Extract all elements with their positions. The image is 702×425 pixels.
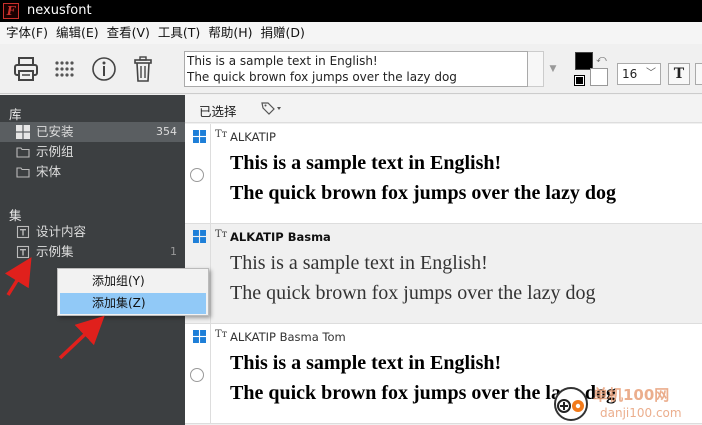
font-preview-line2: The quick brown fox jumps over the lazy …: [230, 282, 596, 304]
sidebar-item-installed[interactable]: 已安装 354: [0, 122, 185, 142]
sidebar-item-label: 示例集: [36, 244, 74, 259]
windows-icon: [193, 230, 206, 243]
font-name: ALKATIP Basma: [230, 230, 331, 244]
font-row-alkatip[interactable]: Tт ALKATIP This is a sample text in Engl…: [185, 124, 702, 224]
windows-icon: [193, 130, 206, 143]
font-row-alkatip-basma[interactable]: Tт ALKATIP Basma This is a sample text i…: [185, 224, 702, 324]
font-select-radio[interactable]: [190, 368, 204, 382]
info-icon[interactable]: [89, 54, 119, 84]
app-icon: F: [3, 3, 19, 19]
chevron-down-icon: ﹀: [646, 68, 656, 79]
text-style-button[interactable]: T: [668, 63, 690, 85]
background-color-swatch[interactable]: [590, 68, 608, 86]
toolbar-overflow-button[interactable]: [695, 63, 702, 85]
menu-bar: 字体(F) 编辑(E) 查看(V) 工具(T) 帮助(H) 捐赠(D): [0, 22, 702, 44]
menu-view[interactable]: 查看(V): [105, 22, 156, 44]
sample-text-line1: This is a sample text in English!: [187, 54, 378, 68]
truetype-icon: Tт: [215, 129, 228, 140]
menu-tools[interactable]: 工具(T): [156, 22, 206, 44]
sidebar-item-sample-set[interactable]: 示例集 1: [0, 242, 185, 262]
truetype-icon: Tт: [215, 229, 228, 240]
menu-item-add-group[interactable]: 添加组(Y): [60, 271, 206, 292]
sample-text-scrollbar[interactable]: [528, 51, 544, 87]
grid-icon[interactable]: [50, 54, 80, 84]
sample-text-input[interactable]: This is a sample text in English! The qu…: [184, 51, 528, 87]
windows-icon: [16, 125, 30, 139]
menu-item-add-collection[interactable]: 添加集(Z): [60, 293, 206, 314]
sidebar: 库 已安装 354 示例组 宋体 集 设计内容 示例集 1: [0, 95, 185, 425]
sidebar-item-count: 1: [170, 245, 177, 258]
watermark-text: 单机100网: [593, 386, 670, 404]
menu-help[interactable]: 帮助(H): [206, 22, 258, 44]
sidebar-item-design-content[interactable]: 设计内容: [0, 222, 185, 242]
watermark-url: danji100.com: [600, 406, 682, 420]
font-size-select[interactable]: 16 ﹀: [617, 63, 661, 85]
menu-font[interactable]: 字体(F): [4, 22, 54, 44]
folder-icon: [16, 147, 30, 158]
title-bar: F nexusfont: [0, 0, 702, 22]
sidebar-item-label: 设计内容: [36, 224, 87, 239]
folder-icon: [16, 167, 30, 178]
menu-donate[interactable]: 捐赠(D): [258, 22, 310, 44]
sidebar-item-sample-group[interactable]: 示例组: [0, 142, 185, 162]
sample-history-chevron-icon[interactable]: ▼: [546, 51, 560, 87]
list-toolbar: 已选择: [185, 95, 702, 123]
font-preview-line2: The quick brown fox jumps over the lazy …: [230, 182, 616, 204]
swap-colors-icon[interactable]: ⤺: [596, 54, 607, 65]
watermark: 单机100网 danji100.com: [553, 384, 702, 425]
window-title: nexusfont: [27, 3, 92, 18]
font-name: ALKATIP Basma Tom: [230, 330, 346, 344]
font-name: ALKATIP: [230, 130, 276, 144]
font-preview-line1: This is a sample text in English!: [230, 152, 502, 174]
collection-icon: [16, 225, 30, 239]
font-size-value: 16: [622, 67, 638, 81]
selected-filter-button[interactable]: 已选择: [199, 101, 237, 120]
sidebar-item-label: 示例组: [36, 144, 74, 159]
row-divider: [210, 224, 211, 323]
sidebar-item-label: 已安装: [36, 124, 74, 139]
windows-icon: [193, 330, 206, 343]
font-preview-line1: This is a sample text in English!: [230, 252, 488, 274]
sidebar-item-count: 354: [156, 125, 177, 138]
row-divider: [210, 124, 211, 223]
sidebar-item-label: 宋体: [36, 164, 62, 179]
context-menu: 添加组(Y) 添加集(Z): [57, 268, 209, 316]
menu-edit[interactable]: 编辑(E): [54, 22, 105, 44]
library-header: 库: [9, 107, 22, 122]
printer-icon[interactable]: [11, 54, 41, 84]
reset-colors-icon[interactable]: [574, 75, 585, 86]
watermark-logo-icon: [554, 387, 588, 421]
sample-text-line2: The quick brown fox jumps over the lazy …: [187, 70, 457, 84]
truetype-icon: Tт: [215, 329, 228, 340]
row-divider: [210, 324, 211, 423]
sidebar-item-songti[interactable]: 宋体: [0, 162, 185, 182]
font-select-radio[interactable]: [190, 168, 204, 182]
collection-icon: [16, 245, 30, 259]
font-preview-line1: This is a sample text in English!: [230, 352, 502, 374]
trash-icon[interactable]: [128, 54, 158, 84]
tag-icon[interactable]: [261, 101, 283, 118]
